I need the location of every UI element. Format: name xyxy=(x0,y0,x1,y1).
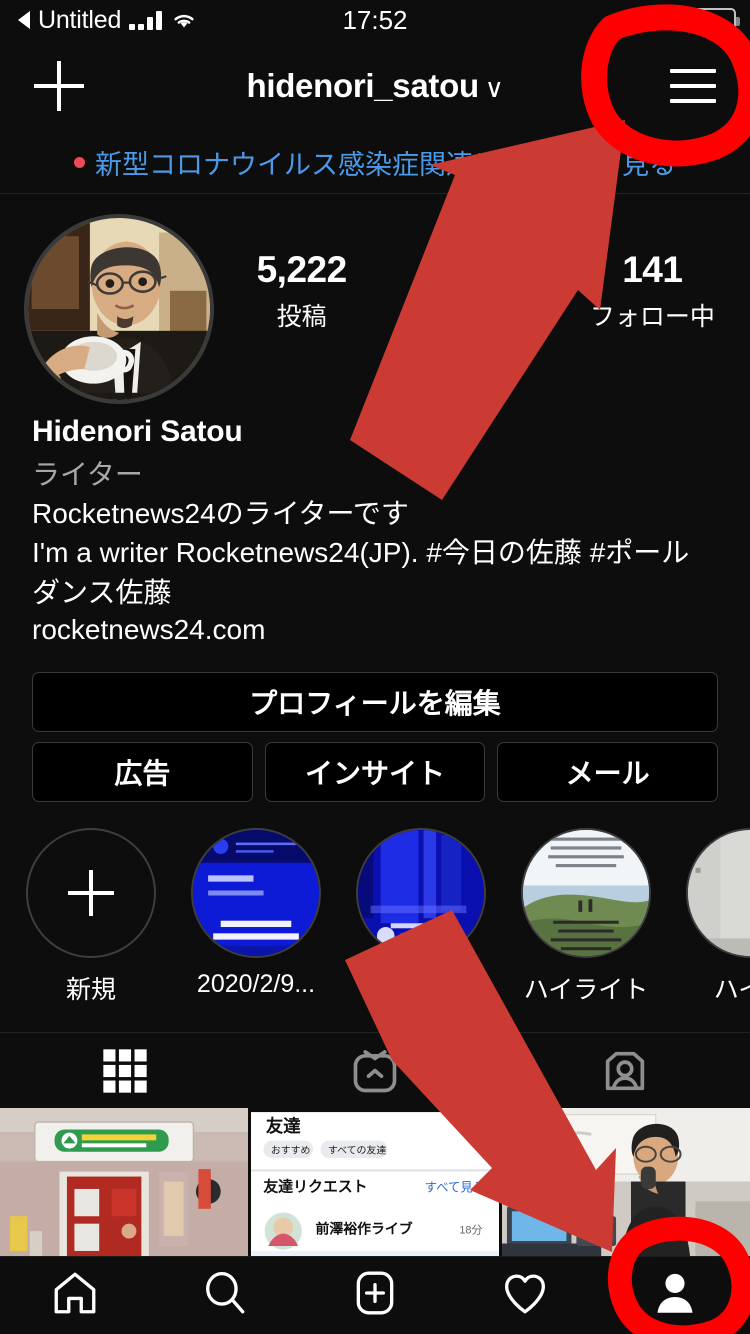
highlight-item[interactable]: 2020/2/9... xyxy=(191,828,321,999)
story-highlights-row: 新規 2020/2/9... xyxy=(0,828,750,1013)
home-tab[interactable] xyxy=(0,1268,150,1323)
stat-followers[interactable] xyxy=(389,288,564,294)
promote-button[interactable]: 広告 xyxy=(32,742,253,802)
create-tab[interactable] xyxy=(300,1268,450,1323)
profile-category: ライター xyxy=(32,453,732,493)
avatar-image xyxy=(28,218,210,400)
profile-header-bar: hidenori_satou∨ xyxy=(0,40,750,132)
highlight-item[interactable]: ハイライト xyxy=(521,828,651,1006)
svg-text:前澤裕作ライブ: 前澤裕作ライブ xyxy=(315,1221,412,1237)
svg-text:おすすめ: おすすめ xyxy=(271,1145,311,1157)
plus-square-icon xyxy=(350,1268,400,1323)
content-tab-bar xyxy=(0,1032,750,1108)
igtv-icon xyxy=(349,1045,401,1097)
tagged-person-icon xyxy=(599,1045,651,1097)
instagram-profile-screen: Untitled 17:52 90% hidenori_satou∨ 新型コロナ… xyxy=(0,0,750,1334)
profile-summary-row: 5,222 投稿 141 フォロー中 xyxy=(0,206,750,406)
grid-post[interactable] xyxy=(0,1108,248,1260)
post-grid: 友達 おすすめ すべての友達 友達リクエスト すべて見る 前澤裕作ライブ 18分 xyxy=(0,1108,750,1260)
profile-tab[interactable] xyxy=(600,1268,750,1323)
profile-stats: 5,222 投稿 141 フォロー中 xyxy=(214,206,750,376)
highlight-new[interactable]: 新規 xyxy=(26,828,156,1006)
profile-bio: Hidenori Satou ライター Rocketnews24のライターです … xyxy=(32,415,732,646)
search-tab[interactable] xyxy=(150,1268,300,1323)
bottom-nav-bar xyxy=(0,1256,750,1334)
home-icon xyxy=(50,1268,100,1323)
highlight-item[interactable]: ハイラ xyxy=(686,828,750,1006)
svg-text:すべての友達: すべての友達 xyxy=(328,1144,386,1157)
username-label: hidenori_satou xyxy=(246,67,478,104)
stat-following-label: フォロー中 xyxy=(565,297,740,333)
highlight-cover xyxy=(521,828,651,958)
svg-text:友達: 友達 xyxy=(266,1116,301,1136)
highlight-label: ハイライト xyxy=(521,970,651,1006)
highlight-cover xyxy=(356,828,486,958)
igtv-tab[interactable] xyxy=(250,1045,500,1097)
heart-icon xyxy=(500,1268,550,1323)
page-title[interactable]: hidenori_satou∨ xyxy=(0,67,750,105)
bio-line-2: I'm a writer Rocketnews24(JP). #今日の佐藤 #ポ… xyxy=(32,535,732,571)
stat-following[interactable]: 141 フォロー中 xyxy=(565,249,740,333)
covid-info-banner[interactable]: 新型コロナウイルス感染症関連ビジネスリ 見る xyxy=(0,132,750,194)
highlight-new-ring xyxy=(26,828,156,958)
battery-icon xyxy=(688,8,736,32)
svg-text:友達リクエスト: 友達リクエスト xyxy=(263,1177,367,1195)
grid-post[interactable] xyxy=(502,1108,750,1260)
profile-website-link[interactable]: rocketnews24.com xyxy=(32,614,732,646)
svg-text:すべて見る: すべて見る xyxy=(425,1180,486,1194)
insights-button[interactable]: インサイト xyxy=(265,742,486,802)
highlight-cover xyxy=(686,828,750,958)
grid-post[interactable]: 友達 おすすめ すべての友達 友達リクエスト すべて見る 前澤裕作ライブ 18分 xyxy=(251,1108,499,1260)
stat-following-value: 141 xyxy=(565,249,740,291)
avatar[interactable] xyxy=(24,214,214,404)
stat-posts-label: 投稿 xyxy=(214,297,389,333)
stat-posts-value: 5,222 xyxy=(214,249,389,291)
hamburger-menu-icon[interactable] xyxy=(670,69,716,103)
banner-dot-icon xyxy=(74,157,85,168)
highlight-cover xyxy=(191,828,321,958)
battery-percent-label: 90% xyxy=(630,6,680,35)
highlight-label: ハイラ xyxy=(686,970,750,1006)
chevron-down-icon: ∨ xyxy=(485,73,504,103)
secondary-action-row: 広告 インサイト メール xyxy=(32,742,718,802)
bio-line-3: ダンス佐藤 xyxy=(32,575,732,611)
person-filled-icon xyxy=(650,1268,700,1323)
banner-text: 新型コロナウイルス感染症関連ビジネスリ xyxy=(95,143,608,182)
edit-profile-button[interactable]: プロフィールを編集 xyxy=(32,672,718,732)
search-icon xyxy=(200,1268,250,1323)
status-bar: Untitled 17:52 90% xyxy=(0,0,750,40)
highlight-label: 新規 xyxy=(26,970,156,1006)
activity-tab[interactable] xyxy=(450,1268,600,1323)
display-name: Hidenori Satou xyxy=(32,415,732,449)
email-button[interactable]: メール xyxy=(497,742,718,802)
plus-icon xyxy=(68,870,114,916)
status-bar-right: 90% xyxy=(630,6,736,35)
bio-line-1: Rocketnews24のライターです xyxy=(32,496,732,532)
grid-icon xyxy=(99,1045,151,1097)
highlight-label: ·· xyxy=(356,970,486,999)
tagged-tab[interactable] xyxy=(500,1045,750,1097)
banner-cta-link[interactable]: 見る xyxy=(622,143,676,182)
grid-tab[interactable] xyxy=(0,1045,250,1097)
stat-posts[interactable]: 5,222 投稿 xyxy=(214,249,389,333)
highlight-item[interactable]: ·· xyxy=(356,828,486,999)
highlight-label: 2020/2/9... xyxy=(191,970,321,999)
svg-text:18分: 18分 xyxy=(459,1224,482,1237)
